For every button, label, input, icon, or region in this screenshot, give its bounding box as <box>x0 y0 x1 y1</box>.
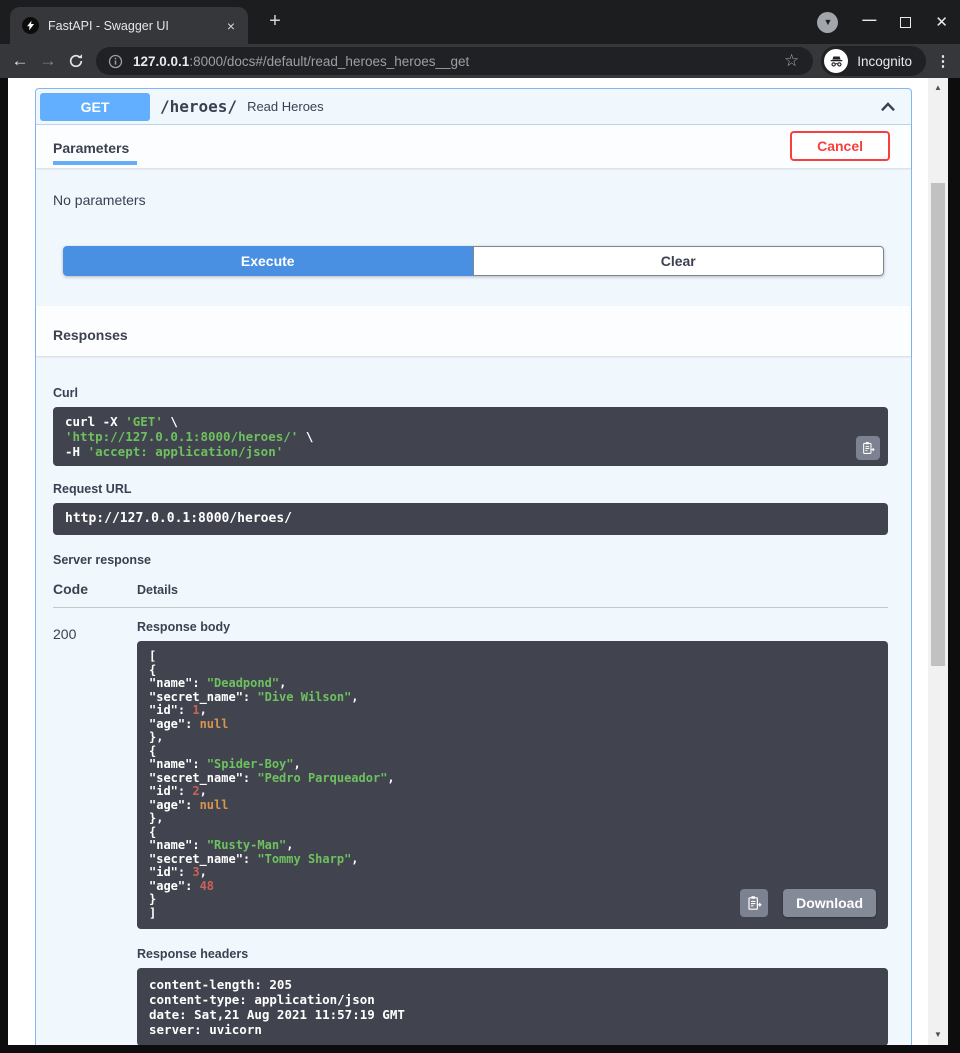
scrollbar-thumb[interactable] <box>931 183 945 666</box>
operation-summary: Read Heroes <box>247 99 324 114</box>
responses-section-header: Responses <box>36 306 911 356</box>
minimize-button[interactable]: — <box>862 11 876 27</box>
curl-command-block: curl -X 'GET' \ 'http://127.0.0.1:8000/h… <box>53 407 888 466</box>
request-url-block: http://127.0.0.1:8000/heroes/ <box>53 503 888 535</box>
incognito-label: Incognito <box>857 54 912 69</box>
browser-window: FastAPI - Swagger UI × + ▼ — ✕ ← → 127.0… <box>0 0 960 1053</box>
operation-header[interactable]: GET /heroes/ Read Heroes <box>36 89 911 125</box>
details-column-header: Details <box>137 583 178 597</box>
download-button[interactable]: Download <box>783 889 876 917</box>
response-body-label: Response body <box>137 620 888 634</box>
responses-body: Curl curl -X 'GET' \ 'http://127.0.0.1:8… <box>36 356 911 1045</box>
forward-button[interactable]: → <box>34 47 62 75</box>
url-text[interactable]: 127.0.0.1:8000/docs#/default/read_heroes… <box>133 54 782 69</box>
method-badge: GET <box>40 93 150 121</box>
page-info-icon[interactable] <box>108 54 123 69</box>
copy-curl-button[interactable] <box>856 436 880 460</box>
code-column-header: Code <box>53 581 137 597</box>
window-close-button[interactable]: ✕ <box>935 13 948 31</box>
request-url-value: http://127.0.0.1:8000/heroes/ <box>65 511 292 526</box>
swagger-page: GET /heroes/ Read Heroes Parameters Canc… <box>8 78 928 1045</box>
url-path: :8000/docs#/default/read_heroes_heroes__… <box>189 54 469 69</box>
bookmark-star-icon[interactable]: ☆ <box>782 51 801 71</box>
parameters-title: Parameters <box>53 132 129 156</box>
address-bar[interactable]: 127.0.0.1:8000/docs#/default/read_heroes… <box>96 47 813 75</box>
back-button[interactable]: ← <box>6 47 34 75</box>
parameters-section-header: Parameters Cancel <box>36 125 911 168</box>
collapse-chevron-icon[interactable] <box>877 96 899 118</box>
response-headers-label: Response headers <box>137 947 888 961</box>
response-table-divider <box>53 607 888 608</box>
server-response-label: Server response <box>53 553 888 567</box>
tab-close-icon[interactable]: × <box>222 18 240 34</box>
status-code: 200 <box>53 620 137 1045</box>
scrollbar-down-icon[interactable]: ▼ <box>928 1027 948 1043</box>
tab-title: FastAPI - Swagger UI <box>48 19 222 33</box>
execute-button-group: Execute Clear <box>63 246 884 276</box>
response-body-block: [ { "name": "Deadpond", "secret_name": "… <box>137 641 888 929</box>
reload-button[interactable] <box>62 53 90 69</box>
parameters-tab-underline <box>53 161 137 165</box>
new-tab-button[interactable]: + <box>262 9 288 35</box>
browser-toolbar: ← → 127.0.0.1:8000/docs#/default/read_he… <box>0 44 960 78</box>
clear-button[interactable]: Clear <box>473 246 885 276</box>
scrollbar-up-icon[interactable]: ▲ <box>928 80 948 96</box>
response-table-header: Code Details <box>53 581 888 597</box>
execute-button[interactable]: Execute <box>63 246 473 276</box>
operation-path: /heroes/ <box>160 97 237 116</box>
tab-search-button[interactable]: ▼ <box>817 12 838 33</box>
incognito-icon <box>824 49 848 73</box>
response-details: Response body [ { "name": "Deadpond", "s… <box>137 620 888 1045</box>
no-parameters-text: No parameters <box>36 168 911 208</box>
fastapi-favicon-icon <box>22 17 39 34</box>
curl-label: Curl <box>53 386 888 400</box>
url-host: 127.0.0.1 <box>133 54 189 69</box>
cancel-button[interactable]: Cancel <box>790 131 890 161</box>
operation-block-get-heroes: GET /heroes/ Read Heroes Parameters Canc… <box>35 88 912 1045</box>
browser-tab[interactable]: FastAPI - Swagger UI × <box>10 7 248 44</box>
maximize-button[interactable] <box>900 17 911 28</box>
responses-title: Responses <box>53 319 128 343</box>
browser-menu-icon[interactable]: ⋮ <box>932 52 954 70</box>
copy-response-button[interactable] <box>740 889 768 917</box>
request-url-label: Request URL <box>53 482 888 496</box>
response-headers-block: content-length: 205content-type: applica… <box>137 968 888 1045</box>
page-viewport: GET /heroes/ Read Heroes Parameters Canc… <box>0 78 960 1045</box>
incognito-badge: Incognito <box>821 46 926 76</box>
response-body-actions: Download <box>740 889 876 917</box>
page-scrollbar[interactable]: ▲ ▼ <box>928 78 948 1045</box>
titlebar: FastAPI - Swagger UI × + ▼ — ✕ <box>0 0 960 44</box>
response-row-200: 200 Response body [ { "name": "Deadpond"… <box>53 620 888 1045</box>
window-controls: ▼ — ✕ <box>817 0 948 44</box>
